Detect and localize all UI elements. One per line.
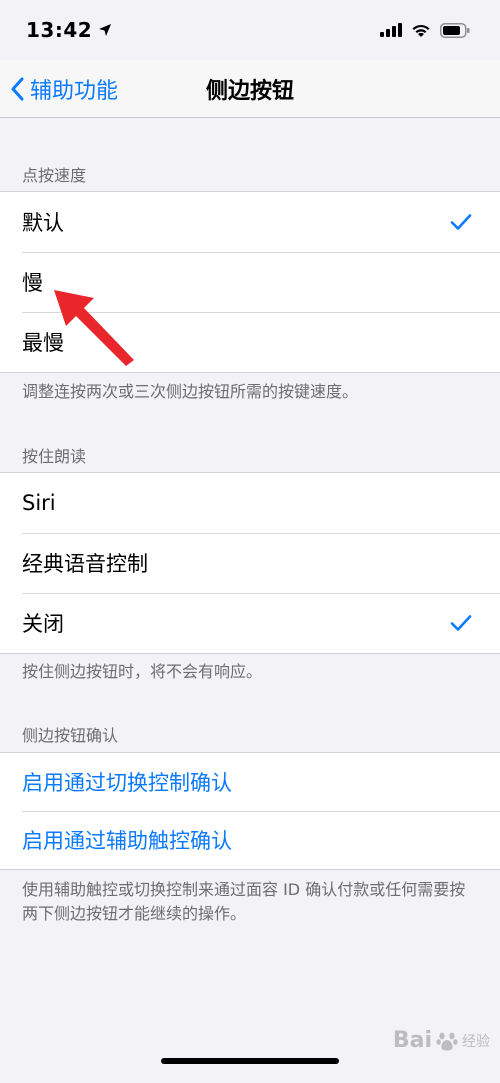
location-arrow-icon [99,24,112,36]
back-button[interactable]: 辅助功能 [10,60,118,118]
press-and-hold-header: 按住朗读 [22,447,87,466]
status-indicators [380,22,470,38]
option-label: 慢 [22,271,43,295]
wifi-icon [412,24,430,37]
status-bar: 13:42 [0,0,500,60]
link-label: 启用通过切换控制确认 [22,771,232,795]
press-and-hold-footer: 按住侧边按钮时，将不会有响应。 [22,662,263,681]
click-speed-footer: 调整连按两次或三次侧边按钮所需的按键速度。 [22,382,359,401]
chevron-left-icon [11,77,24,101]
option-label: 经典语音控制 [22,552,148,576]
side-button-confirm-header: 侧边按钮确认 [22,726,119,745]
option-label: Siri [22,491,56,515]
watermark-sub: 经验 [462,1033,490,1050]
click-speed-option-default[interactable]: 默认 [0,192,500,252]
annotation-arrow-icon [54,290,134,366]
cellular-signal-icon [380,23,402,37]
option-label: 默认 [22,211,64,235]
checkmark-icon [450,615,472,631]
enable-switch-control-confirm-link[interactable]: 启用通过切换控制确认 [0,753,500,811]
navigation-bar: 侧边按钮 辅助功能 [0,60,500,118]
status-time: 13:42 [26,18,112,42]
back-button-label: 辅助功能 [30,79,119,104]
status-time-text: 13:42 [26,18,93,42]
link-label: 启用通过辅助触控确认 [22,829,232,853]
checkmark-icon [450,214,472,230]
option-label: 关闭 [22,612,64,636]
watermark-logo: Bai 经验 [393,1028,490,1053]
watermark-brand: Bai [392,1028,432,1053]
click-speed-header: 点按速度 [22,166,87,185]
battery-icon [440,22,470,38]
paw-icon [436,1032,458,1050]
press-and-hold-option-classic-voice-control[interactable]: 经典语音控制 [0,533,500,593]
press-and-hold-group: Siri 经典语音控制 关闭 [0,472,500,654]
home-indicator[interactable] [161,1058,339,1064]
side-button-confirm-footer: 使用辅助触控或切换控制来通过面容 ID 确认付款或任何需要按两下侧边按钮才能继续… [22,880,466,923]
press-and-hold-option-siri[interactable]: Siri [0,473,500,533]
enable-assistive-touch-confirm-link[interactable]: 启用通过辅助触控确认 [0,811,500,869]
press-and-hold-option-off[interactable]: 关闭 [0,593,500,653]
side-button-confirm-group: 启用通过切换控制确认 启用通过辅助触控确认 [0,752,500,870]
